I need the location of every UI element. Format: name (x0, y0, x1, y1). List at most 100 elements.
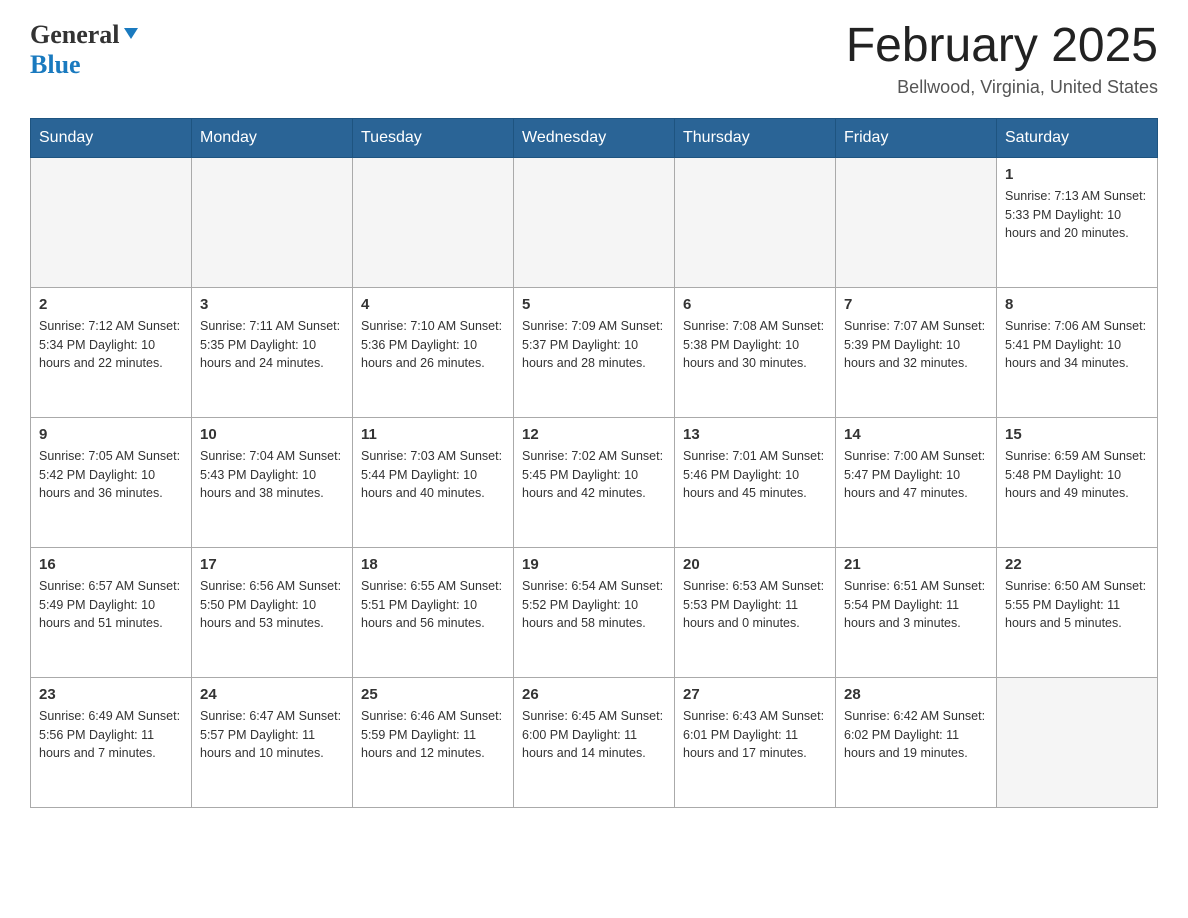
calendar-cell: 20Sunrise: 6:53 AM Sunset: 5:53 PM Dayli… (675, 547, 836, 677)
day-info: Sunrise: 7:11 AM Sunset: 5:35 PM Dayligh… (200, 317, 344, 373)
calendar-cell: 1 Sunrise: 7:13 AM Sunset: 5:33 PM Daylig… (997, 157, 1158, 287)
day-info: Sunrise: 7:08 AM Sunset: 5:38 PM Dayligh… (683, 317, 827, 373)
day-info: Sunrise: 6:50 AM Sunset: 5:55 PM Dayligh… (1005, 577, 1149, 633)
calendar-week-2: 2 Sunrise: 7:12 AM Sunset: 5:34 PM Daylig… (31, 287, 1158, 417)
calendar-cell: 25 Sunrise: 6:46 AM Sunset: 5:59 PM Dayli… (353, 677, 514, 807)
calendar-cell: 28 Sunrise: 6:42 AM Sunset: 6:02 PM Dayli… (836, 677, 997, 807)
day-number: 27 (683, 686, 827, 703)
day-number: 22 (1005, 556, 1149, 573)
day-number: 13 (683, 426, 827, 443)
day-info: Sunrise: 7:13 AM Sunset: 5:33 PM Dayligh… (1005, 187, 1149, 243)
day-info: Sunrise: 7:06 AM Sunset: 5:41 PM Dayligh… (1005, 317, 1149, 373)
calendar-week-4: 16Sunrise: 6:57 AM Sunset: 5:49 PM Dayli… (31, 547, 1158, 677)
day-info: Sunrise: 7:12 AM Sunset: 5:34 PM Dayligh… (39, 317, 183, 373)
day-info: Sunrise: 6:57 AM Sunset: 5:49 PM Dayligh… (39, 577, 183, 633)
calendar-week-5: 23 Sunrise: 6:49 AM Sunset: 5:56 PM Dayli… (31, 677, 1158, 807)
month-title: February 2025 (846, 20, 1158, 73)
weekday-header-friday: Friday (836, 118, 997, 157)
day-info: Sunrise: 6:42 AM Sunset: 6:02 PM Dayligh… (844, 707, 988, 763)
calendar-cell: 11Sunrise: 7:03 AM Sunset: 5:44 PM Dayli… (353, 417, 514, 547)
calendar-cell: 22 Sunrise: 6:50 AM Sunset: 5:55 PM Dayli… (997, 547, 1158, 677)
weekday-header-saturday: Saturday (997, 118, 1158, 157)
day-number: 23 (39, 686, 183, 703)
title-area: February 2025 Bellwood, Virginia, United… (846, 20, 1158, 98)
logo: General Blue (30, 20, 140, 80)
calendar-cell: 21 Sunrise: 6:51 AM Sunset: 5:54 PM Dayli… (836, 547, 997, 677)
calendar-cell (836, 157, 997, 287)
weekday-header-sunday: Sunday (31, 118, 192, 157)
weekday-header-monday: Monday (192, 118, 353, 157)
day-info: Sunrise: 6:46 AM Sunset: 5:59 PM Dayligh… (361, 707, 505, 763)
day-number: 5 (522, 296, 666, 313)
logo-arrow-icon (122, 24, 140, 47)
day-info: Sunrise: 6:45 AM Sunset: 6:00 PM Dayligh… (522, 707, 666, 763)
day-number: 25 (361, 686, 505, 703)
day-info: Sunrise: 6:51 AM Sunset: 5:54 PM Dayligh… (844, 577, 988, 633)
day-number: 17 (200, 556, 344, 573)
calendar-cell: 17 Sunrise: 6:56 AM Sunset: 5:50 PM Dayli… (192, 547, 353, 677)
calendar-cell (514, 157, 675, 287)
calendar-cell: 9 Sunrise: 7:05 AM Sunset: 5:42 PM Daylig… (31, 417, 192, 547)
calendar-cell: 5 Sunrise: 7:09 AM Sunset: 5:37 PM Daylig… (514, 287, 675, 417)
day-number: 12 (522, 426, 666, 443)
calendar-cell: 8 Sunrise: 7:06 AM Sunset: 5:41 PM Daylig… (997, 287, 1158, 417)
calendar-cell: 24 Sunrise: 6:47 AM Sunset: 5:57 PM Dayli… (192, 677, 353, 807)
calendar-cell (675, 157, 836, 287)
calendar-cell: 6 Sunrise: 7:08 AM Sunset: 5:38 PM Daylig… (675, 287, 836, 417)
weekday-header-thursday: Thursday (675, 118, 836, 157)
day-info: Sunrise: 6:55 AM Sunset: 5:51 PM Dayligh… (361, 577, 505, 633)
day-number: 18 (361, 556, 505, 573)
calendar-cell (353, 157, 514, 287)
day-number: 6 (683, 296, 827, 313)
page-header: General Blue February 2025 Bellwood, Vir… (30, 20, 1158, 98)
logo-blue-text: Blue (30, 50, 81, 80)
calendar-week-1: 1 Sunrise: 7:13 AM Sunset: 5:33 PM Daylig… (31, 157, 1158, 287)
day-info: Sunrise: 7:10 AM Sunset: 5:36 PM Dayligh… (361, 317, 505, 373)
day-number: 15 (1005, 426, 1149, 443)
day-number: 9 (39, 426, 183, 443)
day-info: Sunrise: 7:09 AM Sunset: 5:37 PM Dayligh… (522, 317, 666, 373)
day-info: Sunrise: 7:00 AM Sunset: 5:47 PM Dayligh… (844, 447, 988, 503)
calendar-cell: 2 Sunrise: 7:12 AM Sunset: 5:34 PM Daylig… (31, 287, 192, 417)
calendar-cell: 3 Sunrise: 7:11 AM Sunset: 5:35 PM Daylig… (192, 287, 353, 417)
calendar-cell: 14 Sunrise: 7:00 AM Sunset: 5:47 PM Dayli… (836, 417, 997, 547)
day-number: 3 (200, 296, 344, 313)
calendar-cell: 18 Sunrise: 6:55 AM Sunset: 5:51 PM Dayli… (353, 547, 514, 677)
location-subtitle: Bellwood, Virginia, United States (846, 77, 1158, 98)
day-info: Sunrise: 6:53 AM Sunset: 5:53 PM Dayligh… (683, 577, 827, 633)
day-number: 1 (1005, 166, 1149, 183)
day-number: 11 (361, 426, 505, 443)
day-number: 4 (361, 296, 505, 313)
day-info: Sunrise: 6:59 AM Sunset: 5:48 PM Dayligh… (1005, 447, 1149, 503)
day-info: Sunrise: 6:56 AM Sunset: 5:50 PM Dayligh… (200, 577, 344, 633)
day-info: Sunrise: 7:02 AM Sunset: 5:45 PM Dayligh… (522, 447, 666, 503)
calendar-cell: 23 Sunrise: 6:49 AM Sunset: 5:56 PM Dayli… (31, 677, 192, 807)
day-info: Sunrise: 7:04 AM Sunset: 5:43 PM Dayligh… (200, 447, 344, 503)
weekday-header-tuesday: Tuesday (353, 118, 514, 157)
day-number: 2 (39, 296, 183, 313)
day-number: 8 (1005, 296, 1149, 313)
day-info: Sunrise: 6:47 AM Sunset: 5:57 PM Dayligh… (200, 707, 344, 763)
day-info: Sunrise: 6:43 AM Sunset: 6:01 PM Dayligh… (683, 707, 827, 763)
day-number: 26 (522, 686, 666, 703)
calendar-cell: 10Sunrise: 7:04 AM Sunset: 5:43 PM Dayli… (192, 417, 353, 547)
day-info: Sunrise: 7:07 AM Sunset: 5:39 PM Dayligh… (844, 317, 988, 373)
calendar-cell (997, 677, 1158, 807)
day-number: 28 (844, 686, 988, 703)
day-number: 21 (844, 556, 988, 573)
day-info: Sunrise: 6:49 AM Sunset: 5:56 PM Dayligh… (39, 707, 183, 763)
calendar-cell: 16Sunrise: 6:57 AM Sunset: 5:49 PM Dayli… (31, 547, 192, 677)
calendar-cell: 19Sunrise: 6:54 AM Sunset: 5:52 PM Dayli… (514, 547, 675, 677)
day-number: 7 (844, 296, 988, 313)
calendar-cell (192, 157, 353, 287)
weekday-header-wednesday: Wednesday (514, 118, 675, 157)
calendar-week-3: 9 Sunrise: 7:05 AM Sunset: 5:42 PM Daylig… (31, 417, 1158, 547)
day-number: 14 (844, 426, 988, 443)
day-info: Sunrise: 7:05 AM Sunset: 5:42 PM Dayligh… (39, 447, 183, 503)
day-number: 24 (200, 686, 344, 703)
calendar-cell: 4 Sunrise: 7:10 AM Sunset: 5:36 PM Daylig… (353, 287, 514, 417)
day-info: Sunrise: 6:54 AM Sunset: 5:52 PM Dayligh… (522, 577, 666, 633)
logo-general-text: General (30, 20, 120, 50)
calendar-cell: 26 Sunrise: 6:45 AM Sunset: 6:00 PM Dayli… (514, 677, 675, 807)
calendar-cell: 27 Sunrise: 6:43 AM Sunset: 6:01 PM Dayli… (675, 677, 836, 807)
